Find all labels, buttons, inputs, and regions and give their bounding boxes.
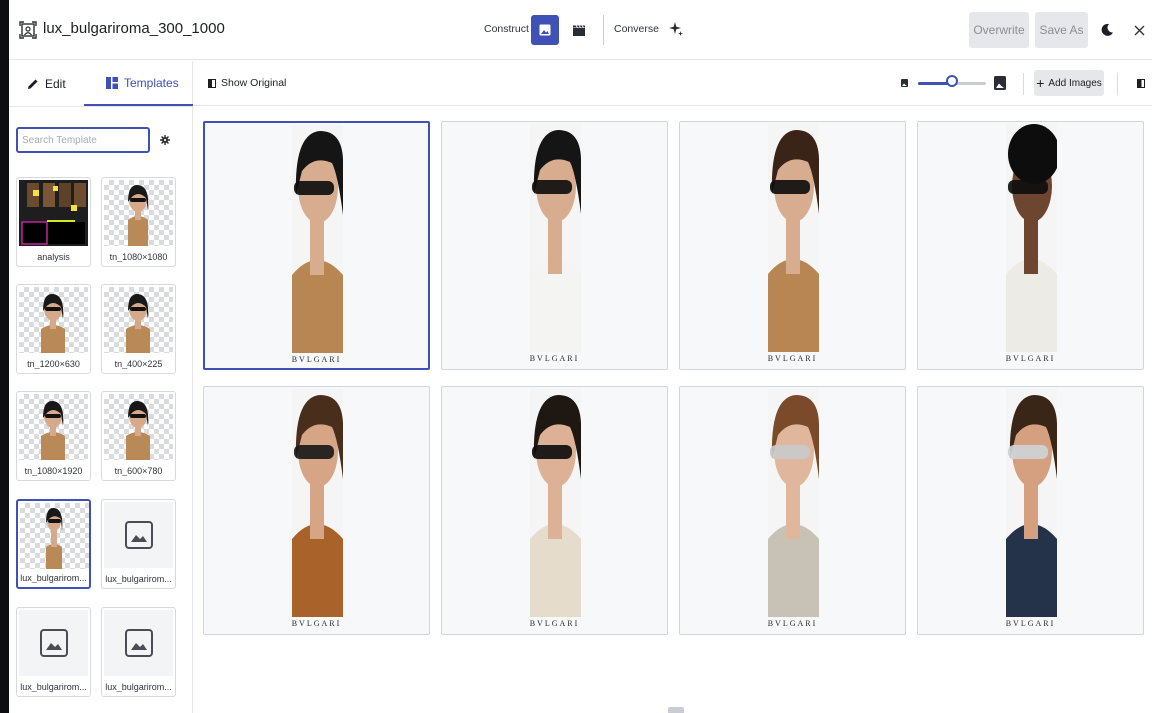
gallery-card[interactable]: BVLGARI bbox=[917, 386, 1144, 635]
brand-caption: BVLGARI bbox=[291, 355, 342, 364]
brand-caption: BVLGARI bbox=[767, 354, 818, 363]
tab-divider bbox=[9, 106, 193, 107]
image-icon bbox=[539, 24, 551, 36]
sparkle-icon[interactable] bbox=[666, 19, 686, 39]
construct-label[interactable]: Construct bbox=[484, 23, 529, 35]
compare-icon bbox=[208, 78, 216, 88]
image-mode-button[interactable] bbox=[531, 15, 559, 45]
add-images-label: Add Images bbox=[1048, 77, 1102, 89]
gallery-card[interactable]: BVLGARI bbox=[203, 386, 430, 635]
template-label: tn_1080×1080 bbox=[109, 252, 168, 262]
brand-caption: BVLGARI bbox=[529, 354, 580, 363]
canvas-toolbar: Show Original + Add Images bbox=[194, 61, 1152, 106]
template-thumbnail bbox=[104, 502, 173, 568]
settings-icon[interactable] bbox=[160, 135, 170, 145]
gallery-card[interactable]: BVLGARI bbox=[441, 386, 668, 635]
template-card-analysis[interactable]: analysis bbox=[16, 177, 91, 267]
template-thumbnail bbox=[104, 394, 173, 460]
template-card[interactable]: tn_1080×1080 bbox=[101, 177, 176, 267]
analysis-thumbnail bbox=[19, 180, 88, 246]
template-label: lux_bulgarirom... bbox=[20, 682, 87, 692]
frame-icon bbox=[19, 21, 37, 39]
image-placeholder-icon bbox=[39, 629, 68, 657]
template-thumbnail bbox=[104, 610, 173, 676]
grid-icon bbox=[106, 76, 118, 89]
template-card[interactable]: lux_bulgarirom... bbox=[101, 607, 176, 697]
gallery-card[interactable]: BVLGARI bbox=[679, 121, 906, 370]
page-title: lux_bulgariroma_300_1000 bbox=[43, 20, 225, 37]
product-photo bbox=[530, 389, 581, 617]
save-as-button[interactable]: Save As bbox=[1035, 12, 1088, 48]
template-label: tn_1200×630 bbox=[27, 359, 80, 369]
template-label: analysis bbox=[37, 252, 70, 262]
scrollbar-handle[interactable] bbox=[668, 707, 684, 713]
template-thumbnail bbox=[104, 287, 173, 353]
video-mode-button[interactable] bbox=[565, 15, 593, 45]
header-bar: lux_bulgariroma_300_1000 Construct Conve… bbox=[9, 0, 1152, 60]
template-label: tn_600×780 bbox=[114, 466, 163, 476]
product-photo bbox=[530, 124, 581, 352]
brand-caption: BVLGARI bbox=[767, 619, 818, 628]
template-thumbnail bbox=[20, 503, 89, 569]
add-images-button[interactable]: + Add Images bbox=[1034, 70, 1104, 96]
template-thumbnail bbox=[19, 287, 88, 353]
zoom-slider-handle[interactable] bbox=[946, 75, 958, 87]
template-card[interactable]: lux_bulgarirom... bbox=[101, 499, 176, 589]
gallery-card[interactable]: BVLGARI bbox=[679, 386, 906, 635]
brand-caption: BVLGARI bbox=[1005, 354, 1056, 363]
template-label: lux_bulgarirom... bbox=[105, 682, 172, 692]
converse-label[interactable]: Converse bbox=[614, 23, 659, 35]
template-card[interactable]: tn_600×780 bbox=[101, 391, 176, 481]
product-photo bbox=[292, 389, 343, 617]
template-thumbnail bbox=[19, 610, 88, 676]
pencil-icon bbox=[28, 79, 38, 89]
brand-caption: BVLGARI bbox=[529, 619, 580, 628]
brand-caption: BVLGARI bbox=[291, 619, 342, 628]
product-photo bbox=[768, 389, 819, 617]
template-thumbnail bbox=[19, 394, 88, 460]
image-placeholder-icon bbox=[124, 521, 153, 549]
image-placeholder-icon bbox=[124, 629, 153, 657]
template-card[interactable]: tn_400×225 bbox=[101, 284, 176, 374]
large-image-icon bbox=[994, 76, 1006, 90]
tab-templates[interactable]: Templates bbox=[84, 61, 193, 106]
template-thumbnail bbox=[104, 180, 173, 246]
toolbar-divider bbox=[1023, 73, 1024, 95]
gallery-card[interactable]: BVLGARI bbox=[441, 121, 668, 370]
header-divider bbox=[603, 15, 604, 45]
product-photo bbox=[292, 125, 343, 353]
window-edge bbox=[0, 0, 9, 713]
product-photo bbox=[768, 124, 819, 352]
plus-icon: + bbox=[1036, 75, 1045, 91]
product-photo bbox=[1006, 124, 1057, 352]
toolbar-divider bbox=[1117, 73, 1118, 95]
template-label: tn_400×225 bbox=[114, 359, 163, 369]
tab-templates-label: Templates bbox=[124, 75, 179, 90]
show-original-button[interactable]: Show Original bbox=[208, 77, 286, 89]
gallery-card[interactable]: BVLGARI bbox=[917, 121, 1144, 370]
search-template-input[interactable] bbox=[16, 127, 150, 153]
panel-toggle-icon[interactable] bbox=[1137, 79, 1145, 88]
tab-edit-label: Edit bbox=[45, 76, 66, 91]
small-image-icon bbox=[901, 79, 908, 87]
template-card-selected[interactable]: lux_bulgarirom... bbox=[16, 499, 91, 589]
template-card[interactable]: tn_1080×1920 bbox=[16, 391, 91, 481]
sidebar: Edit Templates analysis tn_1080×1080 bbox=[9, 61, 193, 713]
clapperboard-icon bbox=[573, 24, 585, 36]
template-label: lux_bulgarirom... bbox=[20, 573, 87, 583]
product-photo bbox=[1006, 389, 1057, 617]
brand-caption: BVLGARI bbox=[1005, 619, 1056, 628]
close-icon[interactable] bbox=[1129, 20, 1149, 40]
template-card[interactable]: lux_bulgarirom... bbox=[16, 607, 91, 697]
show-original-label: Show Original bbox=[221, 77, 287, 89]
template-label: tn_1080×1920 bbox=[24, 466, 83, 476]
template-label: lux_bulgarirom... bbox=[105, 574, 172, 584]
overwrite-button[interactable]: Overwrite bbox=[969, 12, 1029, 48]
template-card[interactable]: tn_1200×630 bbox=[16, 284, 91, 374]
tab-edit[interactable]: Edit bbox=[27, 61, 77, 106]
moon-icon[interactable] bbox=[1097, 20, 1117, 40]
gallery-card[interactable]: BVLGARI bbox=[203, 121, 430, 370]
